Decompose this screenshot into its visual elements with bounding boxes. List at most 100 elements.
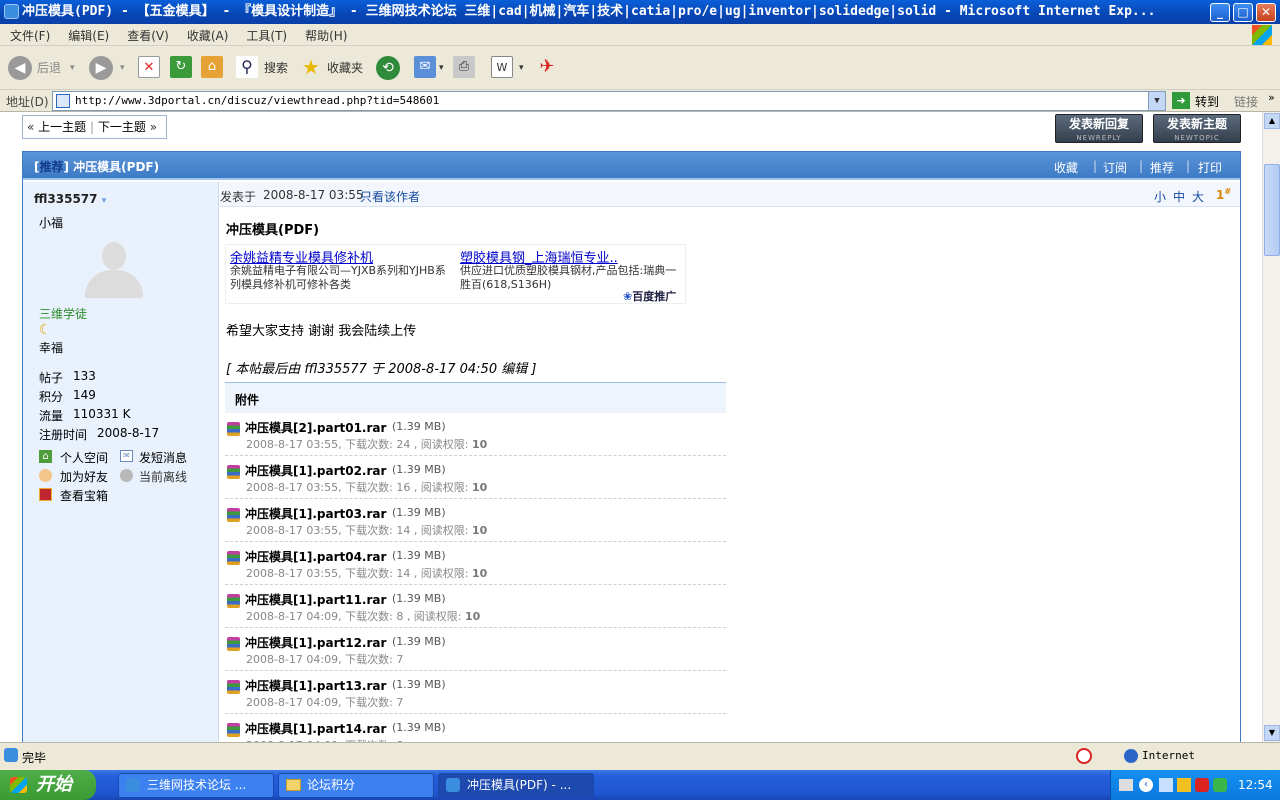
messenger-icon[interactable]: ✈ [536,56,558,78]
print-icon[interactable]: ⎙ [453,56,475,78]
taskbar-item-active-page[interactable]: 冲压模具(PDF) - ... [438,773,594,798]
links-chevron-icon[interactable]: » [1268,91,1275,104]
menu-favorites[interactable]: 收藏(A) [177,24,237,44]
offline-icon [120,469,133,482]
font-medium[interactable]: 中 [1173,188,1185,205]
edit-note: [ 本帖最后由 ffl335577 于 2008-8-17 04:50 编辑 ] [226,362,537,377]
start-button[interactable]: 开始 [0,770,96,800]
go-button[interactable]: 转到 [1195,93,1219,110]
attachment-link[interactable]: 冲压模具[2].part01.rar [245,419,386,436]
new-reply-sub: NEWREPLY [1076,134,1122,142]
font-small[interactable]: 小 [1154,188,1166,205]
attachment-link[interactable]: 冲压模具[1].part12.rar [245,634,386,651]
taskbar-item-forum[interactable]: 三维网技术论坛 ... [118,773,274,798]
url-text: http://www.3dportal.cn/discuz/viewthread… [75,94,440,107]
menu-view[interactable]: 查看(V) [117,24,177,44]
scroll-down-icon[interactable]: ▼ [1264,725,1280,741]
back-arrow-icon[interactable]: ◀ [8,56,32,80]
close-button[interactable]: ✕ [1256,3,1276,22]
favorites-button-label[interactable]: 收藏夹 [327,54,363,82]
shield-icon[interactable] [1213,778,1227,792]
network-icon[interactable] [1159,778,1173,792]
attachment-link[interactable]: 冲压模具[1].part04.rar [245,548,386,565]
home-icon[interactable]: ⌂ [201,56,223,78]
ad-desc-1: 余姚益精电子有限公司—YJXB系列和YJHB系列模具修补机可修补各类 [230,264,446,291]
mail-icon[interactable]: ✉ [414,56,436,78]
back-button-label[interactable]: 后退 [37,54,61,82]
edit-word-icon[interactable]: W [491,56,513,78]
new-reply-button[interactable]: 发表新回复 NEWREPLY [1055,114,1143,143]
mail-dropdown-icon[interactable]: ▾ [439,54,444,82]
ad-block: 余姚益精专业模具修补机 余姚益精电子有限公司—YJXB系列和YJHB系列模具修补… [225,244,686,304]
rar-file-icon [227,465,240,479]
recommend-action[interactable]: 推荐 [1150,159,1174,176]
rar-file-icon [227,637,240,651]
floor-number: 1# [1216,187,1232,202]
keyboard-icon[interactable] [1119,779,1133,791]
security-alert-icon[interactable] [1177,778,1191,792]
vertical-scrollbar[interactable]: ▲ ▼ [1262,112,1280,742]
search-button-label[interactable]: 搜索 [264,54,288,82]
attachment-meta: 2008-8-17 03:55, 下载次数: 16 , 阅读权限: 10 [246,481,488,494]
read-permission: 10 [472,524,488,537]
stop-icon[interactable]: ✕ [138,56,160,78]
only-author-link[interactable]: 只看该作者 [360,188,420,205]
font-large[interactable]: 大 [1192,188,1204,205]
ie-task-icon [126,778,140,792]
author-dropdown-icon[interactable]: ▾ [102,196,107,206]
favorite-action[interactable]: 收藏 [1054,159,1078,176]
subscribe-action[interactable]: 订阅 [1103,159,1127,176]
refresh-icon[interactable]: ↻ [170,56,192,78]
attachments-header: 附件 [225,382,726,413]
stat-regdate-value: 2008-8-17 [97,426,160,440]
attachment-link[interactable]: 冲压模具[1].part11.rar [245,591,386,608]
taskbar-item-points[interactable]: 论坛积分 [278,773,434,798]
thread-nav: « 上一主题 | 下一主题 » [22,115,167,139]
page-done-icon [4,748,18,762]
url-input[interactable]: http://www.3dportal.cn/discuz/viewthread… [52,91,1166,111]
attachment-link[interactable]: 冲压模具[1].part13.rar [245,677,386,694]
recommend-tag[interactable]: 推荐 [39,160,63,174]
attachment-row: 冲压模具[1].part14.rar(1.39 MB)2008-8-17 04:… [225,714,726,742]
search-icon[interactable]: ⚲ [236,56,258,78]
new-topic-button[interactable]: 发表新主题 NEWTOPIC [1153,114,1241,143]
prev-thread-link[interactable]: 上一主题 [38,120,86,134]
print-action[interactable]: 打印 [1198,159,1222,176]
maximize-button[interactable]: □ [1233,3,1253,22]
menu-edit[interactable]: 编辑(E) [58,24,117,44]
forward-dropdown-icon[interactable]: ▾ [120,54,125,82]
author-username[interactable]: ffl335577 ▾ [34,192,106,206]
menu-help[interactable]: 帮助(H) [295,24,355,44]
back-dropdown-icon[interactable]: ▾ [70,54,75,82]
window-titlebar: 冲压模具(PDF) - 【五金模具】 - 『模具设计制造』 - 三维网技术论坛 … [0,0,1280,24]
next-thread-link[interactable]: 下一主题 [98,120,146,134]
edit-dropdown-icon[interactable]: ▾ [519,54,524,82]
attachment-link[interactable]: 冲压模具[1].part03.rar [245,505,386,522]
attachment-link[interactable]: 冲压模具[1].part14.rar [245,720,386,737]
view-treasure-link[interactable]: 查看宝箱 [60,487,108,504]
ad-brand[interactable]: ❀百度推广 [623,288,676,304]
scroll-up-icon[interactable]: ▲ [1264,113,1280,129]
add-friend-link[interactable]: 加为好友 [60,468,108,485]
scroll-thumb[interactable] [1264,164,1280,256]
avatar[interactable] [83,240,145,302]
author-nickname: 小福 [39,216,64,230]
popup-blocked-icon[interactable] [1076,748,1092,764]
links-label[interactable]: 链接 [1234,93,1258,110]
url-dropdown-icon[interactable]: ▼ [1148,92,1165,110]
go-arrow-icon[interactable]: ➜ [1172,92,1190,109]
tray-collapse-icon[interactable]: ‹ [1139,778,1153,792]
forward-arrow-icon[interactable]: ▶ [89,56,113,80]
system-tray: ‹ 12:54 [1110,770,1280,800]
next-arrow: » [149,120,158,134]
menu-tools[interactable]: 工具(T) [236,24,295,44]
send-message-link[interactable]: 发短消息 [139,449,187,466]
personal-space-link[interactable]: 个人空间 [60,449,108,466]
attachment-link[interactable]: 冲压模具[1].part02.rar [245,462,386,479]
minimize-button[interactable]: _ [1210,3,1230,22]
history-icon[interactable]: ⟲ [376,56,400,80]
favorites-star-icon[interactable]: ★ [300,56,322,78]
menu-file[interactable]: 文件(F) [0,24,58,44]
attachment-size: (1.39 MB) [392,721,446,734]
antivirus-icon[interactable] [1195,778,1209,792]
